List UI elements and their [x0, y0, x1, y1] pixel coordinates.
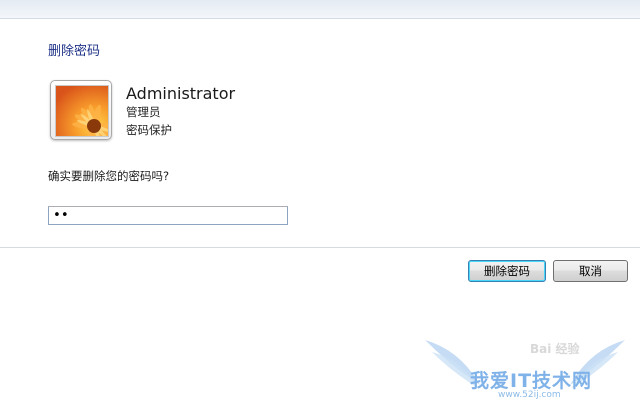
password-input[interactable]: [48, 206, 288, 225]
watermark-text: 我爱IT技术网: [470, 370, 593, 392]
flower-icon: [55, 85, 109, 137]
user-password-status: 密码保护: [126, 123, 172, 137]
confirm-prompt: 确实要删除您的密码吗?: [48, 169, 170, 183]
divider: [0, 247, 640, 248]
delete-password-button[interactable]: 删除密码: [468, 260, 546, 282]
user-avatar: [50, 80, 112, 140]
window-top-strip: [0, 0, 640, 19]
user-role: 管理员: [126, 105, 161, 119]
user-name: Administrator: [126, 84, 236, 103]
watermark-url: www.52ij.com: [498, 390, 561, 400]
cancel-button[interactable]: 取消: [553, 260, 628, 282]
watermark-brand: Bai 经验: [530, 342, 580, 356]
page-title: 删除密码: [48, 44, 101, 59]
